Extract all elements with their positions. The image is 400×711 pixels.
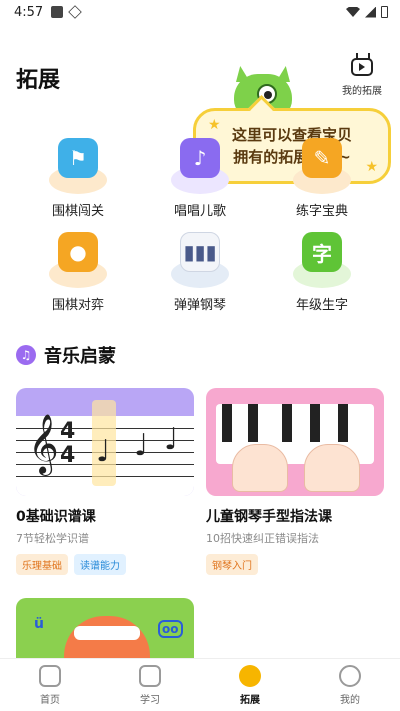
feature-grade-characters[interactable]: 字 年级生字 — [262, 230, 382, 313]
course-thumbnail: ü oo — [16, 598, 194, 658]
nav-home[interactable]: 首页 — [0, 659, 100, 711]
hand-icon — [232, 444, 288, 492]
status-bar: 4:57 — [0, 0, 400, 24]
study-icon — [139, 665, 161, 687]
extension-icon — [239, 665, 261, 687]
wifi-icon — [346, 7, 360, 17]
nav-label: 拓展 — [240, 695, 260, 706]
home-icon — [39, 665, 61, 687]
course-title: 0基础识谱课 — [16, 509, 96, 525]
grade-characters-icon: 字 — [293, 230, 351, 288]
course-tag: 钢琴入门 — [206, 554, 258, 575]
nav-study[interactable]: 学习 — [100, 659, 200, 711]
feature-piano[interactable]: ▮▮▮ 弹弹钢琴 — [140, 230, 260, 313]
nursery-song-icon: ♪ — [171, 136, 229, 194]
course-card-partial[interactable]: ü oo — [16, 598, 194, 658]
piano-icon: ▮▮▮ — [171, 230, 229, 288]
nav-label: 学习 — [140, 695, 160, 706]
feature-handwriting[interactable]: ✎ 练字宝典 — [262, 136, 382, 219]
course-card-piano-fingering[interactable]: 儿童钢琴手型指法课 10招快速纠正错误指法 钢琴入门 — [206, 388, 384, 575]
hand-icon — [304, 444, 360, 492]
feature-label: 弹弹钢琴 — [173, 298, 226, 313]
tv-icon — [351, 58, 373, 76]
course-subtitle: 10招快速纠正错误指法 — [206, 532, 319, 545]
app-cube-icon — [68, 5, 82, 19]
course-tag: 乐理基础 — [16, 554, 68, 575]
note-icon: ♩ — [96, 434, 111, 469]
course-thumbnail: 𝄞 44 ♩ ♩ ♩ — [16, 388, 194, 496]
note-icon: ♩ — [164, 422, 179, 457]
section-title: 音乐启蒙 — [44, 346, 116, 367]
feature-label: 年级生字 — [295, 298, 348, 313]
course-subtitle: 7节轻松学识谱 — [16, 532, 89, 545]
profile-icon — [339, 665, 361, 687]
music-note-icon: ♫ — [16, 345, 36, 365]
star-icon: ★ — [208, 117, 221, 133]
bottom-nav: 首页 学习 拓展 我的 — [0, 658, 400, 711]
feature-label: 围棋闯关 — [51, 204, 104, 219]
go-level-icon: ⚑ — [49, 136, 107, 194]
feature-nursery-song[interactable]: ♪ 唱唱儿歌 — [140, 136, 260, 219]
course-tag: 读谱能力 — [74, 554, 126, 575]
note-icon: ♩ — [134, 428, 149, 463]
my-extension-label: 我的拓展 — [342, 86, 382, 97]
feature-go-level[interactable]: ⚑ 围棋闯关 — [18, 136, 138, 219]
notification-icon — [51, 6, 64, 18]
go-match-icon: ● — [49, 230, 107, 288]
feature-go-match[interactable]: ● 围棋对弈 — [18, 230, 138, 313]
course-thumbnail — [206, 388, 384, 496]
course-title: 儿童钢琴手型指法课 — [206, 509, 332, 525]
signal-icon — [365, 6, 376, 18]
feature-label: 练字宝典 — [295, 204, 348, 219]
course-card-notation[interactable]: 𝄞 44 ♩ ♩ ♩ 0基础识谱课 7节轻松学识谱 乐理基础 读谱能力 — [16, 388, 194, 575]
page-title: 拓展 — [16, 68, 61, 93]
my-extension-button[interactable]: 我的拓展 — [336, 56, 388, 97]
treble-clef-icon: 𝄞 — [28, 414, 59, 474]
battery-icon — [381, 6, 388, 18]
section-header: ♫ 音乐启蒙 — [16, 342, 116, 368]
handwriting-icon: ✎ — [293, 136, 351, 194]
nav-extension[interactable]: 拓展 — [200, 659, 300, 711]
feature-label: 围棋对弈 — [51, 298, 104, 313]
nav-profile[interactable]: 我的 — [300, 659, 400, 711]
status-time: 4:57 — [14, 4, 44, 20]
feature-label: 唱唱儿歌 — [173, 204, 226, 219]
nav-label: 首页 — [40, 695, 60, 706]
nav-label: 我的 — [340, 695, 360, 706]
